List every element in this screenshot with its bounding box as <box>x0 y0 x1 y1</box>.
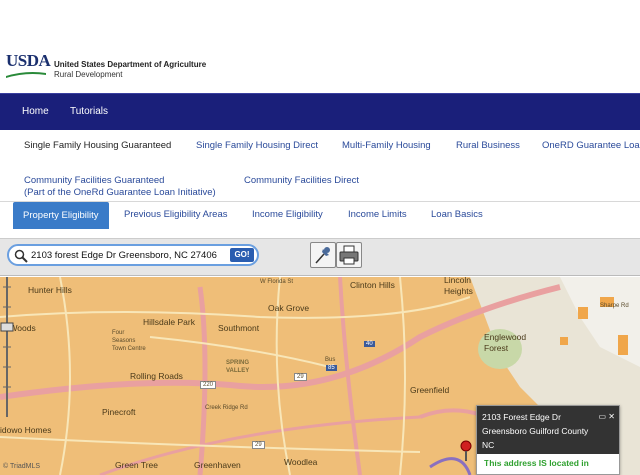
top-nav: Home Tutorials <box>0 93 640 130</box>
address-popup: 2103 Forest Edge Dr Greensboro Guilford … <box>476 405 620 475</box>
subtab-income-eligibility[interactable]: Income Eligibility <box>252 209 323 220</box>
route-bus-label: Bus <box>325 357 336 363</box>
tab-cf-guaranteed-label: Community Facilities Guaranteed <box>24 175 165 186</box>
street-creek-ridge: Creek Ridge Rd <box>205 405 248 411</box>
route-shield-29a: 29 <box>294 373 307 381</box>
subtab-property-eligibility[interactable]: Property Eligibility <box>13 202 109 229</box>
agency-name: United States Department of Agriculture … <box>54 60 206 80</box>
agency-title: United States Department of Agriculture <box>54 60 207 69</box>
usda-swoosh-icon <box>6 72 46 78</box>
map-label-greenfield: Greenfield <box>410 385 450 395</box>
pin-tool-icon <box>315 247 330 264</box>
popup-address-line1: 2103 Forest Edge Dr <box>482 412 561 422</box>
popup-controls: ▭ ✕ <box>599 410 616 424</box>
tab-community-facilities-guaranteed[interactable]: Community Facilities Guaranteed (Part of… <box>24 175 216 199</box>
zoom-slider[interactable] <box>0 277 14 417</box>
route-shield-85: 85 <box>326 365 337 371</box>
usda-logo[interactable]: USDA <box>6 51 51 82</box>
go-button[interactable]: GO! <box>230 248 254 262</box>
street-w-florida: W Florida St <box>260 279 294 285</box>
printer-icon <box>339 245 359 265</box>
route-shield-40: 40 <box>364 341 375 347</box>
popup-header: 2103 Forest Edge Dr Greensboro Guilford … <box>477 406 619 464</box>
map-label-idowo-homes: idowo Homes <box>0 425 52 435</box>
map-label-spring-valley: SPRING VALLEY <box>226 360 250 374</box>
subtab-loan-basics[interactable]: Loan Basics <box>431 209 483 220</box>
close-icon[interactable]: ✕ <box>608 412 615 421</box>
address-input[interactable] <box>31 248 227 263</box>
tab-sfh-direct[interactable]: Single Family Housing Direct <box>196 140 318 151</box>
map-label-green-tree: Green Tree <box>115 460 158 470</box>
maximize-icon[interactable]: ▭ <box>599 412 607 421</box>
search-icon <box>14 249 28 263</box>
map-label-englewood-forest: Englewood Forest <box>484 332 527 353</box>
map-label-hillsdale-park: Hillsdale Park <box>143 317 195 327</box>
zoom-slider-handle <box>0 322 14 332</box>
nav-tutorials[interactable]: Tutorials <box>70 106 108 117</box>
map-label-southmont: Southmont <box>218 323 260 333</box>
site-header: USDA United States Department of Agricul… <box>0 0 640 92</box>
popup-address-line3: 27406 <box>482 454 506 464</box>
popup-address-line2: Greensboro Guilford County NC <box>482 426 589 450</box>
program-tabs: Single Family Housing Guaranteed Single … <box>0 131 640 165</box>
address-search: GO! <box>7 244 259 266</box>
tab-community-facilities-direct[interactable]: Community Facilities Direct <box>244 175 359 187</box>
print-button[interactable] <box>336 242 362 268</box>
tab-cf-guaranteed-note: (Part of the OneRd Guarantee Loan Initia… <box>24 187 216 198</box>
sub-tabs: Property Eligibility Previous Eligibilit… <box>0 201 640 231</box>
tab-multi-family[interactable]: Multi-Family Housing <box>342 140 431 151</box>
map-label-greenhaven: Greenhaven <box>194 460 241 470</box>
location-pin-icon[interactable] <box>458 440 474 462</box>
pin-tool-button[interactable] <box>310 242 336 268</box>
street-sharpe-rd: Sharpe Rd <box>600 303 629 309</box>
map-label-pinecroft: Pinecroft <box>102 407 136 417</box>
map-copyright: © TriadMLS <box>3 463 41 470</box>
map-toolbar: GO! <box>0 238 640 276</box>
map-label-four-seasons: Four Seasons Town Centre <box>112 330 146 352</box>
map-label-rolling-roads: Rolling Roads <box>130 371 183 381</box>
program-tabs-row2: Community Facilities Guaranteed (Part of… <box>0 170 640 200</box>
route-shield-220: 220 <box>200 381 217 389</box>
map-label-oak-grove: Oak Grove <box>268 303 310 313</box>
map-label-lincoln-heights: Lincoln Heights <box>444 277 473 296</box>
nav-home[interactable]: Home <box>22 106 49 117</box>
usda-logo-text: USDA <box>6 51 51 70</box>
map-label-woodlea: Woodlea <box>284 457 318 467</box>
map-label-clinton-hills: Clinton Hills <box>350 280 395 290</box>
route-shield-29b: 29 <box>252 441 265 449</box>
tab-sfh-guaranteed[interactable]: Single Family Housing Guaranteed <box>24 140 171 151</box>
tab-rural-business[interactable]: Rural Business <box>456 140 520 151</box>
agency-subtitle: Rural Development <box>54 70 123 79</box>
map-label-hunter-hills: Hunter Hills <box>28 285 72 295</box>
subtab-income-limits[interactable]: Income Limits <box>348 209 407 220</box>
tab-onerd-guarantee[interactable]: OneRD Guarantee Loan <box>542 140 640 151</box>
subtab-previous-eligibility[interactable]: Previous Eligibility Areas <box>124 209 228 220</box>
